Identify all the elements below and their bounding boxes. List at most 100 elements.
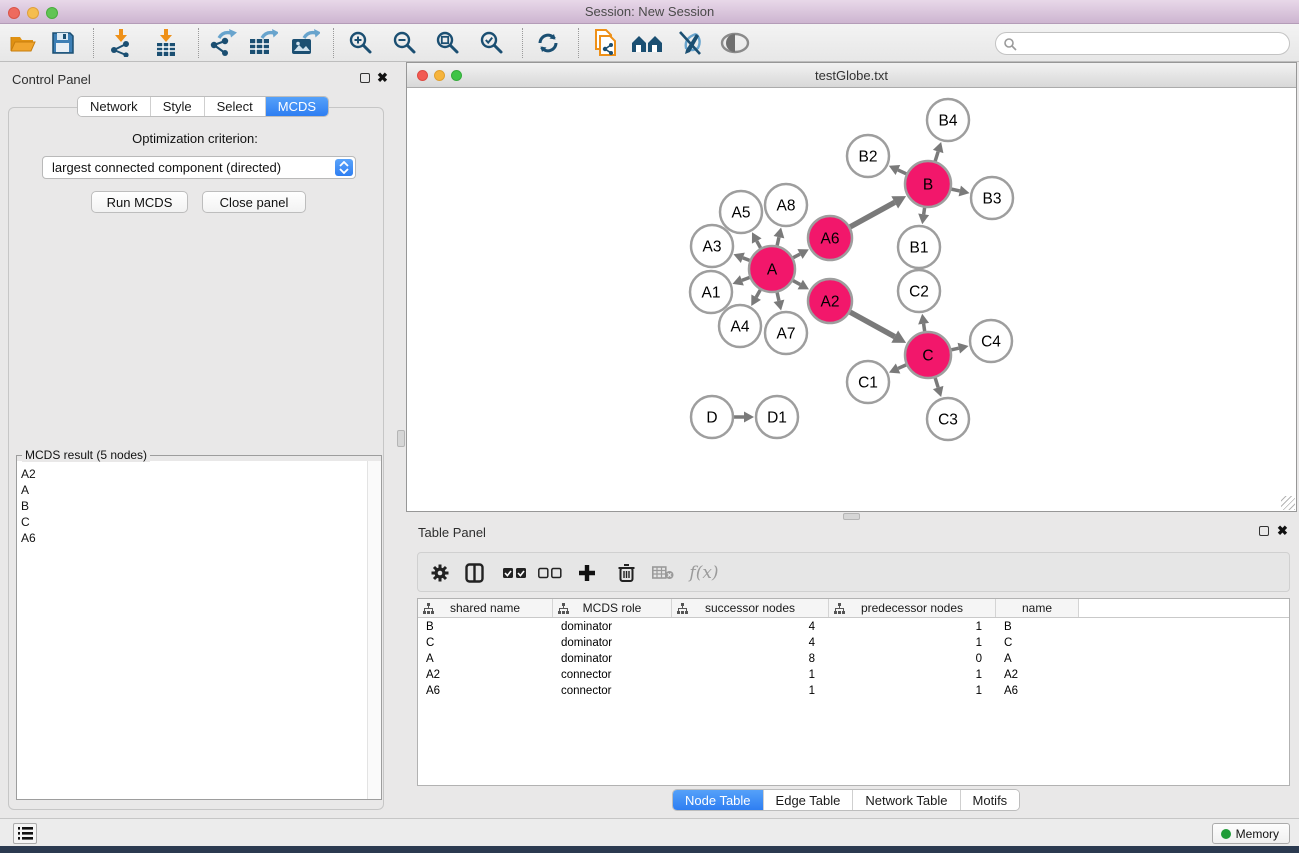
window-resize-grip[interactable]: [1281, 496, 1295, 510]
mcds-result-item[interactable]: A2: [17, 466, 381, 482]
mcds-result-item[interactable]: B: [17, 498, 381, 514]
main-toolbar: [0, 24, 1299, 62]
graph-node-label: B4: [939, 113, 958, 130]
tab-node-table[interactable]: Node Table: [673, 790, 764, 810]
delete-column-icon[interactable]: [614, 558, 638, 588]
column-header-successor-nodes[interactable]: successor nodes: [672, 599, 829, 617]
table-cell: dominator: [553, 651, 672, 667]
edge-C-C3[interactable]: [935, 378, 938, 388]
column-header-MCDS-role[interactable]: MCDS role: [553, 599, 672, 617]
graph-node-label: A7: [777, 326, 796, 343]
mcds-result-group: MCDS result (5 nodes) A2ABCA6: [16, 455, 382, 800]
tab-motifs[interactable]: Motifs: [961, 790, 1020, 810]
table-cell: 1: [829, 667, 996, 683]
edge-arrowhead: [959, 186, 970, 197]
function-builder-icon[interactable]: f(x): [686, 558, 722, 588]
table-cell: C: [996, 635, 1079, 651]
edge-A-A8[interactable]: [777, 237, 779, 245]
mcds-result-item[interactable]: A6: [17, 530, 381, 546]
first-neighbors-icon[interactable]: [630, 27, 664, 59]
table-row[interactable]: Cdominator41C: [418, 635, 1289, 651]
edge-A-A5[interactable]: [757, 241, 761, 248]
refresh-view-icon[interactable]: [531, 27, 565, 59]
table-cell: 1: [672, 683, 829, 699]
table-row[interactable]: A6connector11A6: [418, 683, 1289, 699]
panel-split-handle[interactable]: [397, 430, 405, 447]
edge-C-C4[interactable]: [951, 348, 958, 350]
edge-C-C2[interactable]: [924, 324, 925, 332]
select-all-icon[interactable]: [501, 558, 529, 588]
open-session-icon[interactable]: [6, 27, 40, 59]
edge-A-A2[interactable]: [793, 281, 800, 285]
optimization-criterion-select[interactable]: largest connected component (directed): [42, 156, 356, 179]
list-scrollbar[interactable]: [367, 461, 381, 799]
tab-select[interactable]: Select: [205, 97, 266, 116]
zoom-selected-icon[interactable]: [475, 27, 509, 59]
save-session-icon[interactable]: [46, 27, 80, 59]
column-header-shared-name[interactable]: shared name: [418, 599, 553, 617]
zoom-fit-icon[interactable]: [431, 27, 465, 59]
column-type-icon: [558, 603, 569, 614]
zoom-out-icon[interactable]: [388, 27, 422, 59]
column-header-predecessor-nodes[interactable]: predecessor nodes: [829, 599, 996, 617]
export-table-icon[interactable]: [246, 27, 280, 59]
log-console-button[interactable]: [13, 823, 37, 844]
edge-A-A6[interactable]: [793, 254, 800, 258]
table-row[interactable]: A2connector11A2: [418, 667, 1289, 683]
add-column-icon[interactable]: [574, 558, 600, 588]
edge-A-A7[interactable]: [777, 292, 779, 300]
search-field[interactable]: [995, 32, 1290, 55]
column-type-icon: [834, 603, 845, 614]
search-input[interactable]: [1017, 37, 1272, 51]
table-row[interactable]: Adominator80A: [418, 651, 1289, 667]
edge-A-A1[interactable]: [742, 277, 750, 280]
edge-arrowhead: [958, 343, 969, 354]
tab-style[interactable]: Style: [151, 97, 205, 116]
column-header-name[interactable]: name: [996, 599, 1079, 617]
float-panel-icon[interactable]: [360, 73, 370, 83]
list-icon: [18, 827, 33, 840]
delete-table-icon[interactable]: [650, 558, 676, 588]
tab-mcds[interactable]: MCDS: [266, 97, 328, 116]
run-mcds-button[interactable]: Run MCDS: [91, 191, 188, 213]
dropdown-stepper-icon: [335, 159, 353, 176]
memory-button[interactable]: Memory: [1212, 823, 1290, 844]
table-row[interactable]: Bdominator41B: [418, 619, 1289, 635]
tab-network[interactable]: Network: [78, 97, 151, 116]
table-close-icon[interactable]: ✖: [1277, 523, 1288, 539]
zoom-in-icon[interactable]: [344, 27, 378, 59]
network-canvas[interactable]: B4B2BB3A8A5A6A3B1AC2A1A2A4A7C4CC1C3DD1: [407, 88, 1296, 511]
graph-node-label: B2: [859, 149, 878, 166]
edge-B-B3[interactable]: [951, 189, 959, 191]
duplicate-network-icon[interactable]: [588, 27, 622, 59]
edge-arrowhead: [774, 227, 785, 238]
close-panel-icon[interactable]: ✖: [377, 70, 388, 86]
tab-network-table[interactable]: Network Table: [853, 790, 960, 810]
graph-node-label: A8: [777, 198, 796, 215]
mcds-result-item[interactable]: A: [17, 482, 381, 498]
import-network-icon[interactable]: [104, 27, 138, 59]
toggle-annotations-icon[interactable]: [673, 27, 707, 59]
edge-A2-C[interactable]: [850, 312, 895, 337]
edge-A-A4[interactable]: [756, 290, 760, 297]
tab-edge-table[interactable]: Edge Table: [764, 790, 854, 810]
table-float-icon[interactable]: [1259, 526, 1269, 536]
export-image-icon[interactable]: [288, 27, 322, 59]
memory-status-icon: [1221, 829, 1231, 839]
edge-C-C1[interactable]: [898, 365, 906, 369]
import-table-icon[interactable]: [149, 27, 183, 59]
graph-node-label: D: [706, 410, 717, 427]
table-options-icon[interactable]: [428, 558, 452, 588]
export-network-icon[interactable]: [206, 27, 240, 59]
close-panel-button[interactable]: Close panel: [202, 191, 306, 213]
edge-A6-B[interactable]: [850, 202, 895, 227]
edge-B-B2[interactable]: [898, 170, 906, 174]
edge-A-A3[interactable]: [743, 258, 750, 261]
show-hide-panel-icon[interactable]: [718, 27, 752, 59]
edge-B-B4[interactable]: [935, 151, 938, 161]
mcds-result-item[interactable]: C: [17, 514, 381, 530]
show-column-icon[interactable]: [462, 558, 486, 588]
mcds-result-list[interactable]: A2ABCA6: [17, 461, 381, 799]
deselect-all-icon[interactable]: [536, 558, 564, 588]
edge-B-B1[interactable]: [924, 208, 925, 215]
